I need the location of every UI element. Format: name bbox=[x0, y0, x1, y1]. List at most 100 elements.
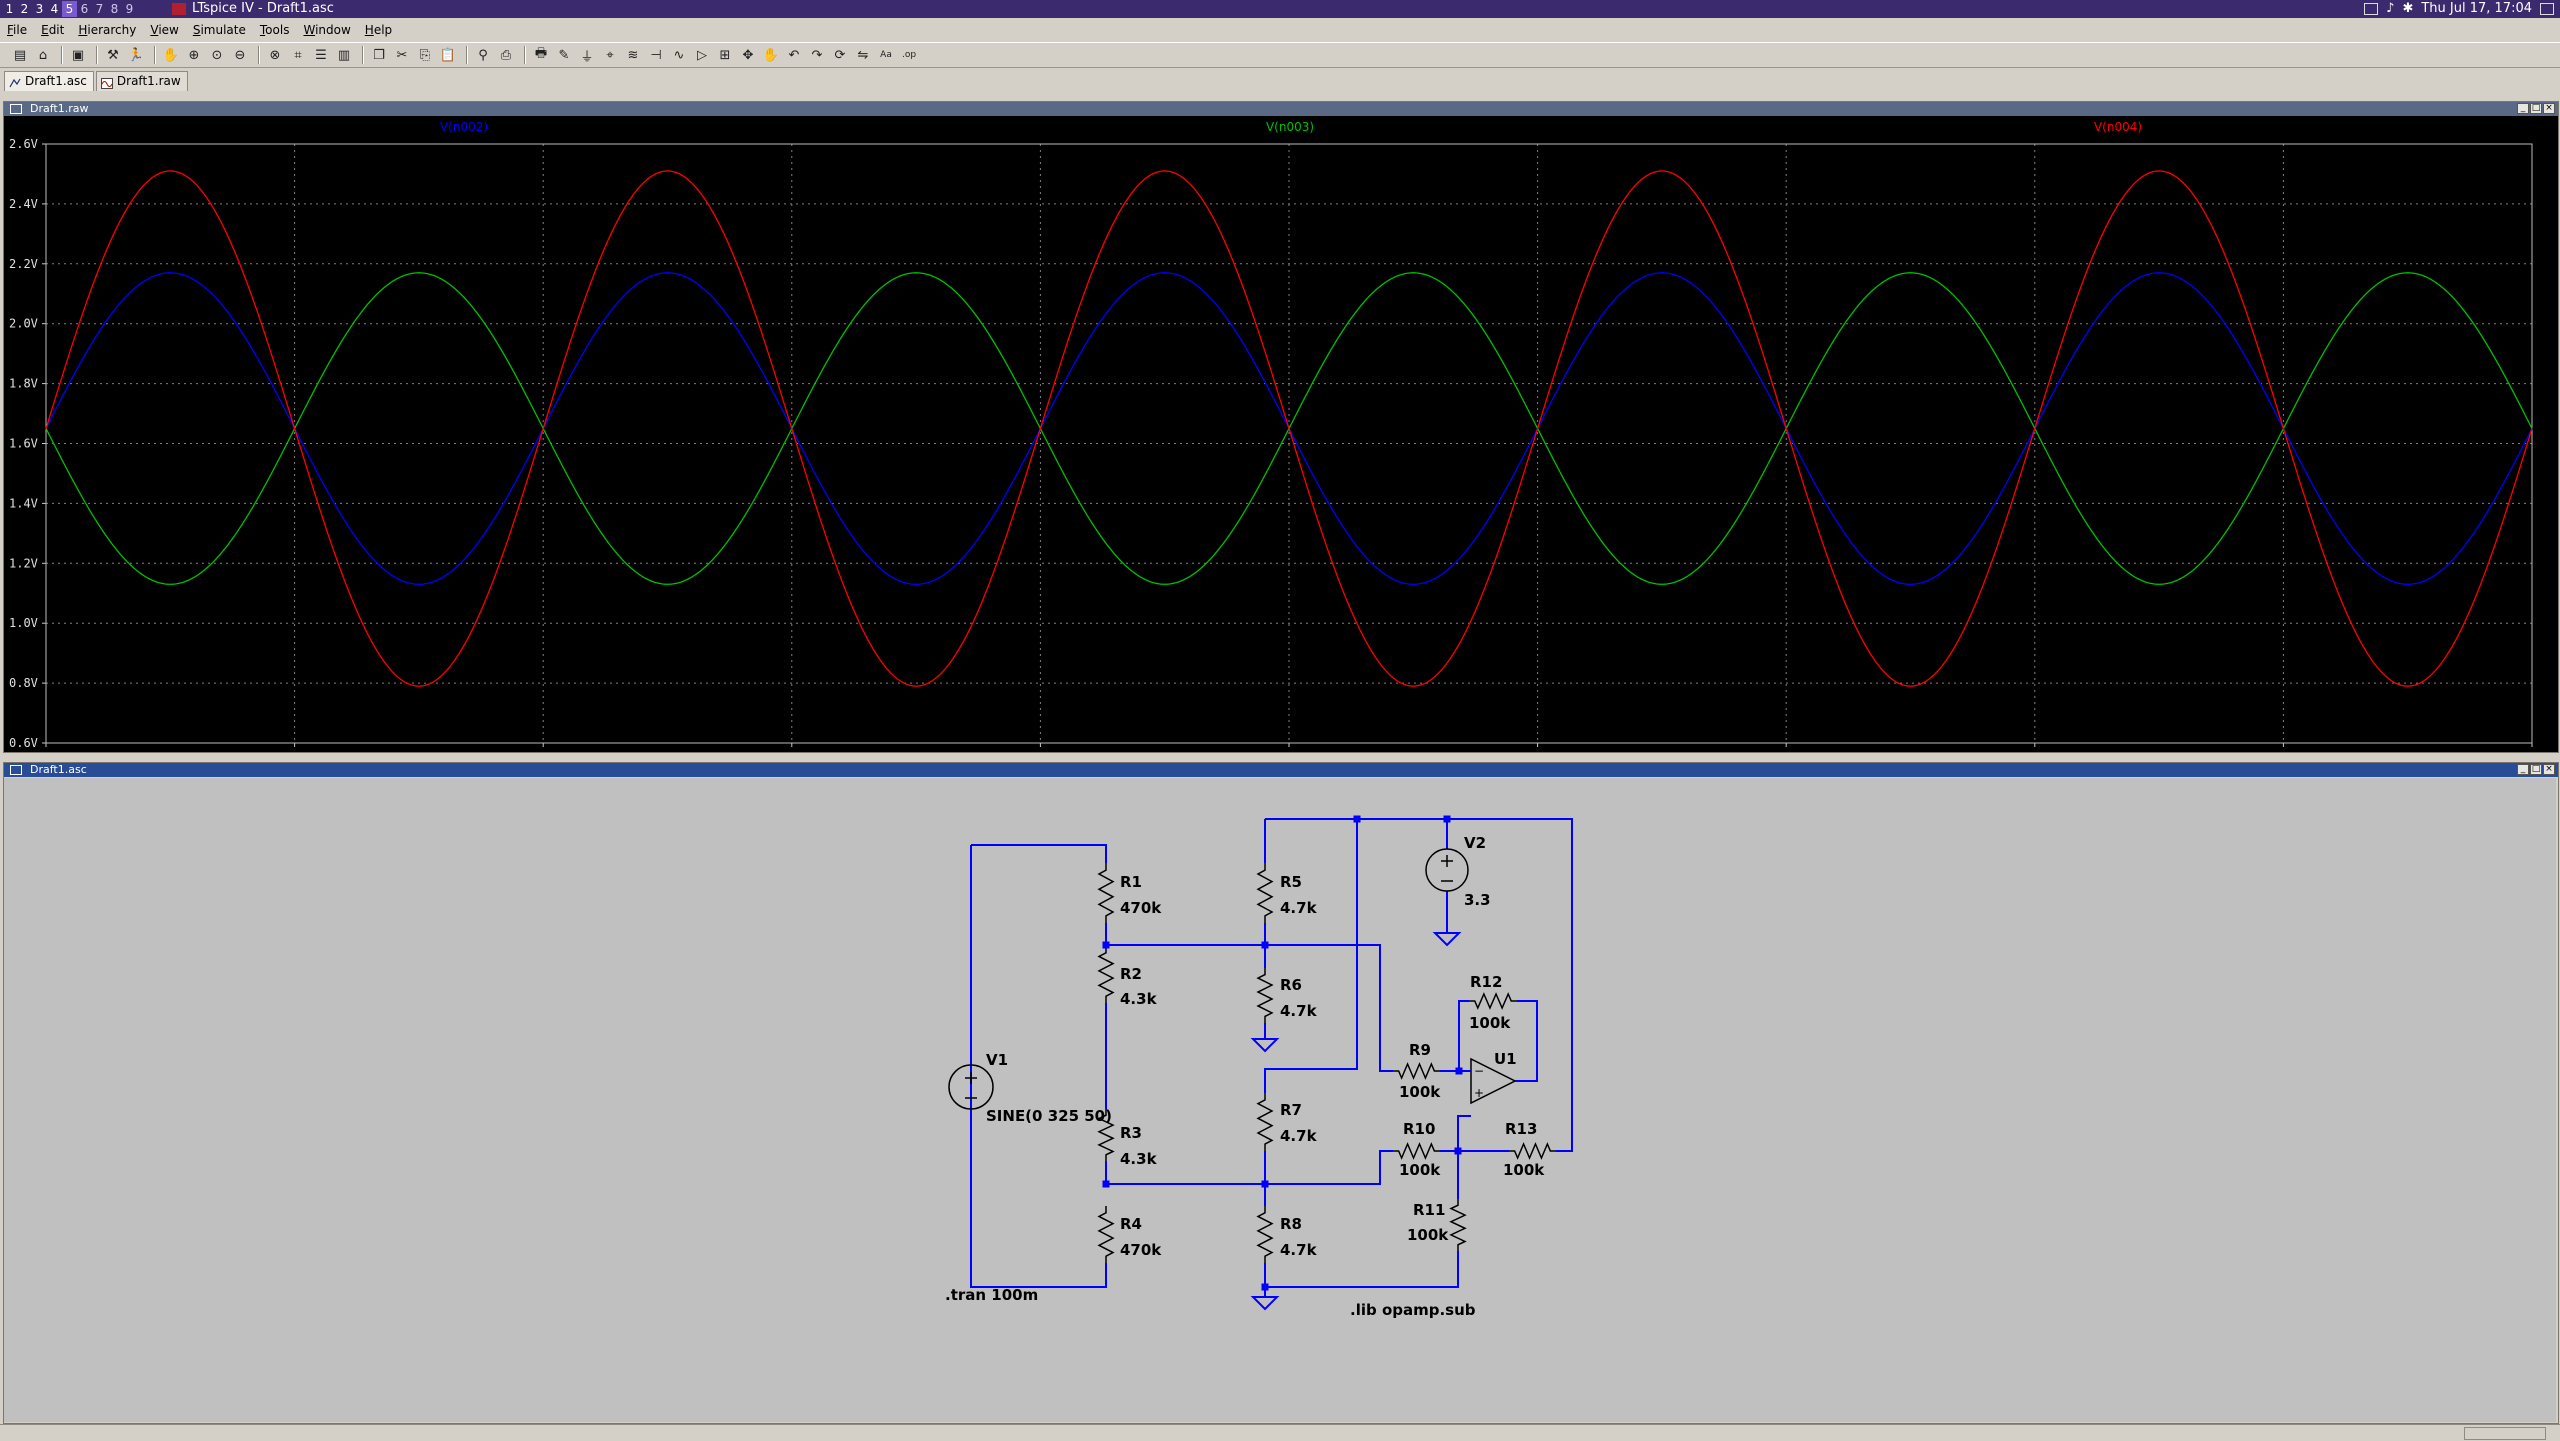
paste-button[interactable]: 📋 bbox=[438, 45, 458, 65]
resistor-value[interactable]: 470k bbox=[1120, 1241, 1162, 1259]
tile-vertical-button[interactable]: ▥ bbox=[334, 45, 354, 65]
trace-label[interactable]: V(n003) bbox=[1266, 120, 1314, 134]
resistor-value[interactable]: 4.7k bbox=[1280, 899, 1318, 917]
new-schematic-button[interactable]: ▤ bbox=[10, 45, 30, 65]
ground-button[interactable]: ⏚ bbox=[577, 45, 597, 65]
zoom-in-button[interactable]: ⊕ bbox=[184, 45, 204, 65]
workspace-1[interactable]: 1 bbox=[2, 1, 17, 17]
diode-button[interactable]: ▷ bbox=[692, 45, 712, 65]
save-button[interactable]: ▣ bbox=[68, 45, 88, 65]
schematic-canvas[interactable]: − + R1 470k R2 4.3k R3 4.3k R4 470k R5 4.7k R6 4.7k R7… bbox=[4, 778, 2556, 1422]
resistor-name[interactable]: R6 bbox=[1280, 976, 1302, 994]
waveform-plot[interactable]: 0ms 10ms 20ms 30ms 40ms 50ms 60ms 70ms 80ms 90ms 1… bbox=[4, 117, 2558, 751]
halt-button[interactable]: ✋ bbox=[161, 45, 181, 65]
tab-draft1-raw[interactable]: Draft1.raw bbox=[95, 71, 188, 91]
redo-button[interactable]: ↷ bbox=[807, 45, 827, 65]
resistor-name[interactable]: R5 bbox=[1280, 873, 1302, 891]
print-setup-button[interactable]: ⎙ bbox=[496, 45, 516, 65]
resistor-name[interactable]: R10 bbox=[1403, 1120, 1435, 1138]
waveform-window-titlebar[interactable]: Draft1.raw _ □ × bbox=[4, 102, 2558, 116]
component-button[interactable]: ⊞ bbox=[715, 45, 735, 65]
zoom-fit-button[interactable]: ⊗ bbox=[265, 45, 285, 65]
open-button[interactable]: ⌂ bbox=[33, 45, 53, 65]
resistor-value[interactable]: 470k bbox=[1120, 899, 1162, 917]
minimize-button[interactable]: _ bbox=[2517, 103, 2529, 114]
workspace-8[interactable]: 8 bbox=[107, 1, 122, 17]
tray-menu-icon[interactable] bbox=[2540, 3, 2554, 15]
volume-icon[interactable]: ♪ bbox=[2386, 0, 2394, 18]
source-name[interactable]: V2 bbox=[1464, 834, 1486, 852]
resistor-name[interactable]: R1 bbox=[1120, 873, 1142, 891]
resistor-value[interactable]: 100k bbox=[1399, 1083, 1441, 1101]
workspace-5[interactable]: 5 bbox=[62, 1, 77, 17]
label-net-button[interactable]: ⌖ bbox=[600, 45, 620, 65]
resistor-name[interactable]: R7 bbox=[1280, 1101, 1302, 1119]
workspace-2[interactable]: 2 bbox=[17, 1, 32, 17]
cascade-button[interactable]: ❐ bbox=[369, 45, 389, 65]
resistor-name[interactable]: R9 bbox=[1409, 1041, 1431, 1059]
spice-directive-lib[interactable]: .lib opamp.sub bbox=[1350, 1301, 1476, 1319]
source-name[interactable]: V1 bbox=[986, 1051, 1008, 1069]
copy-button[interactable]: ⎘ bbox=[415, 45, 435, 65]
spice-directive-tran[interactable]: .tran 100m bbox=[945, 1286, 1038, 1304]
print-button[interactable]: 🖶 bbox=[531, 45, 551, 65]
text-button[interactable]: Aa bbox=[876, 45, 896, 65]
run-button[interactable]: 🏃 bbox=[126, 45, 146, 65]
resistor-value[interactable]: 100k bbox=[1503, 1161, 1545, 1179]
menu-tools[interactable]: Tools bbox=[253, 20, 297, 40]
maximize-button[interactable]: □ bbox=[2530, 764, 2542, 775]
undo-button[interactable]: ↶ bbox=[784, 45, 804, 65]
spice-directive-button[interactable]: .op bbox=[899, 45, 919, 65]
inductor-button[interactable]: ∿ bbox=[669, 45, 689, 65]
resistor-button[interactable]: ≋ bbox=[623, 45, 643, 65]
trace-label[interactable]: V(n002) bbox=[440, 120, 488, 134]
menu-hierarchy[interactable]: Hierarchy bbox=[71, 20, 143, 40]
resistor-value[interactable]: 4.7k bbox=[1280, 1002, 1318, 1020]
opamp-name[interactable]: U1 bbox=[1494, 1050, 1517, 1068]
trace-label[interactable]: V(n004) bbox=[2094, 120, 2142, 134]
cut-button[interactable]: ✂ bbox=[392, 45, 412, 65]
wire-button[interactable]: ✎ bbox=[554, 45, 574, 65]
workspace-3[interactable]: 3 bbox=[32, 1, 47, 17]
resistor-name[interactable]: R4 bbox=[1120, 1215, 1142, 1233]
find-button[interactable]: ⚲ bbox=[473, 45, 493, 65]
move-button[interactable]: ✥ bbox=[738, 45, 758, 65]
waveform-window[interactable]: Draft1.raw _ □ × 0ms 10ms 20ms 30ms 40ms 50ms… bbox=[3, 101, 2559, 753]
workspace-9[interactable]: 9 bbox=[122, 1, 137, 17]
resistor-name[interactable]: R11 bbox=[1413, 1201, 1445, 1219]
zoom-out-button[interactable]: ⊖ bbox=[230, 45, 250, 65]
schematic-window[interactable]: Draft1.asc _ □ × − + R1 470k R2 4.3k R3 4.3k R4 4… bbox=[3, 762, 2559, 1424]
resistor-name[interactable]: R12 bbox=[1470, 973, 1502, 991]
resistor-value[interactable]: 4.3k bbox=[1120, 990, 1158, 1008]
rotate-button[interactable]: ⟳ bbox=[830, 45, 850, 65]
menu-view[interactable]: View bbox=[143, 20, 185, 40]
network-icon[interactable]: ✱ bbox=[2402, 0, 2413, 18]
resistor-value[interactable]: 100k bbox=[1407, 1226, 1449, 1244]
menu-help[interactable]: Help bbox=[358, 20, 399, 40]
workspace-6[interactable]: 6 bbox=[77, 1, 92, 17]
workspace-7[interactable]: 7 bbox=[92, 1, 107, 17]
menu-simulate[interactable]: Simulate bbox=[186, 20, 253, 40]
source-value[interactable]: SINE(0 325 50) bbox=[986, 1107, 1112, 1125]
tab-draft1-asc[interactable]: Draft1.asc bbox=[4, 71, 94, 91]
autorange-button[interactable]: ⌗ bbox=[288, 45, 308, 65]
resistor-name[interactable]: R13 bbox=[1505, 1120, 1537, 1138]
capacitor-button[interactable]: ⊣ bbox=[646, 45, 666, 65]
resistor-value[interactable]: 4.3k bbox=[1120, 1150, 1158, 1168]
resistor-value[interactable]: 4.7k bbox=[1280, 1241, 1318, 1259]
control-panel-button[interactable]: ⚒ bbox=[103, 45, 123, 65]
resistor-value[interactable]: 100k bbox=[1469, 1014, 1511, 1032]
resistor-value[interactable]: 4.7k bbox=[1280, 1127, 1318, 1145]
resistor-name[interactable]: R2 bbox=[1120, 965, 1142, 983]
drag-button[interactable]: ✋ bbox=[761, 45, 781, 65]
schematic-window-titlebar[interactable]: Draft1.asc _ □ × bbox=[4, 763, 2558, 777]
resistor-value[interactable]: 100k bbox=[1399, 1161, 1441, 1179]
keyboard-icon[interactable] bbox=[2364, 3, 2379, 15]
close-button[interactable]: × bbox=[2543, 103, 2555, 114]
menu-window[interactable]: Window bbox=[296, 20, 357, 40]
source-value[interactable]: 3.3 bbox=[1464, 891, 1491, 909]
tile-horizontal-button[interactable]: ☰ bbox=[311, 45, 331, 65]
pan-button[interactable]: ⊙ bbox=[207, 45, 227, 65]
minimize-button[interactable]: _ bbox=[2517, 764, 2529, 775]
resistor-name[interactable]: R8 bbox=[1280, 1215, 1302, 1233]
